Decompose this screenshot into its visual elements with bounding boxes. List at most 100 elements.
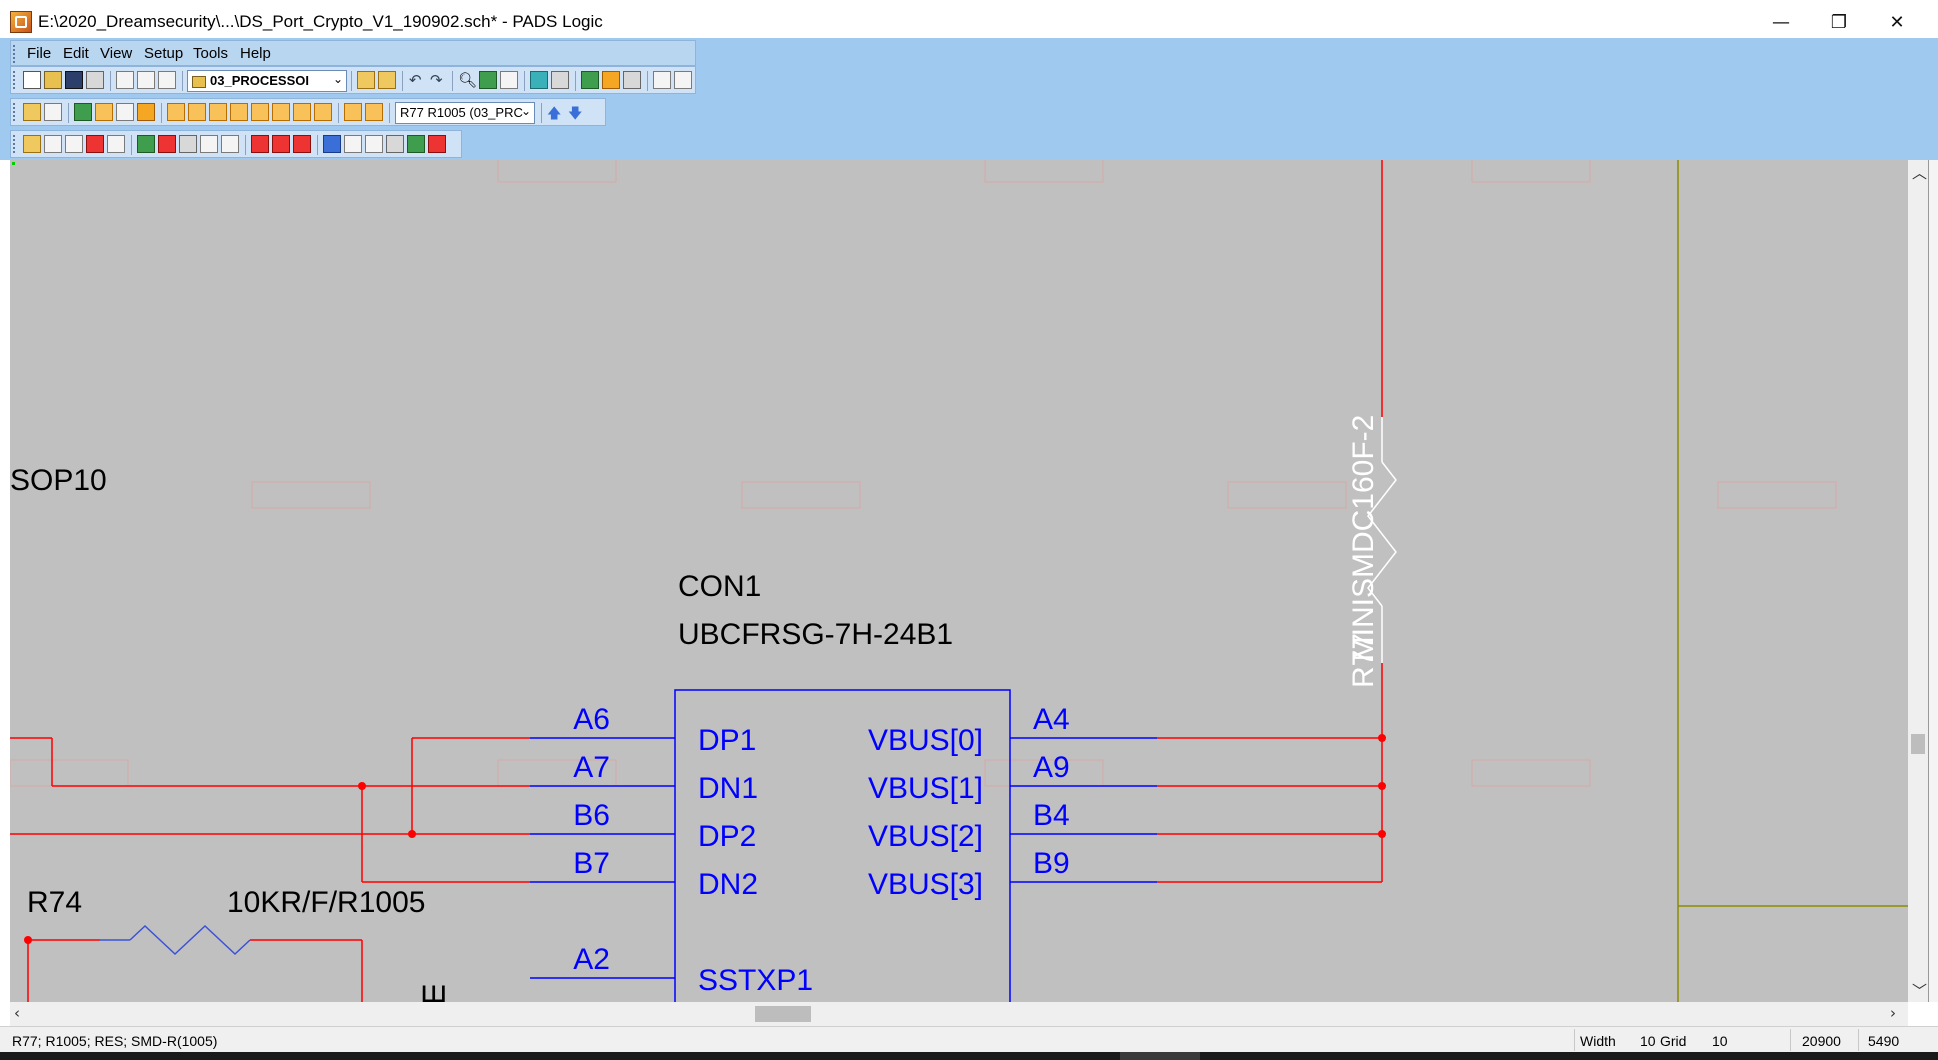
arrow-up-icon[interactable]: 🡅 [547,103,565,122]
select-filter-icon[interactable] [378,71,396,89]
ecoupdate-icon[interactable] [551,71,569,89]
print-icon[interactable] [86,71,104,89]
pin-name-dp1: DP1 [698,724,756,757]
edit-gate-icon[interactable] [386,135,404,153]
save-icon[interactable] [65,71,83,89]
edit-net-icon[interactable] [428,135,446,153]
redraw-icon[interactable] [500,71,518,89]
pads-logic-app-icon[interactable] [10,11,32,33]
menu-help[interactable]: Help [240,45,271,62]
paste-icon[interactable] [158,71,176,89]
scroll-left-icon[interactable]: ‹ [14,1004,20,1022]
horizontal-scrollbar[interactable]: ‹ › [10,1002,1908,1026]
redo-icon[interactable]: ↷ [430,71,448,89]
pin-name-dn1: DN1 [698,772,758,805]
edit-move-icon[interactable] [44,135,62,153]
add-corner-icon[interactable] [272,135,290,153]
flip-icon[interactable] [200,135,218,153]
add-bus-icon[interactable] [116,103,134,121]
toolbar-grip[interactable] [13,135,18,153]
edit-bus-icon[interactable] [365,135,383,153]
menu-setup[interactable]: Setup [144,45,183,62]
horizontal-scroll-thumb[interactable] [755,1006,811,1022]
pin-number-a4: A4 [1033,703,1070,736]
part-select[interactable]: R77 R1005 (03_PRC ⌄ [395,102,535,124]
window-title: E:\2020_Dreamsecurity\...\DS_Port_Crypto… [38,12,603,31]
copy-icon[interactable] [137,71,155,89]
status-grid-value: 10 [1712,1033,1728,1049]
menu-file[interactable]: File [27,45,51,62]
schematic-drawing[interactable]: SOP10 CON1 UBCFRSG-7H-24B1 R74 10KR/F/R1… [10,160,1908,1002]
edit-toolbar [10,130,462,158]
toolbar-grip[interactable] [13,71,18,89]
add-connection-icon[interactable] [95,103,113,121]
menu-grip[interactable] [13,45,18,63]
edit-wire-icon[interactable] [344,135,362,153]
chevron-down-icon[interactable]: ⌄ [333,72,343,86]
add-bus-entry-icon[interactable] [137,103,155,121]
menu-tools[interactable]: Tools [193,45,228,62]
layout-link-icon[interactable] [530,71,548,89]
scroll-right-icon[interactable]: › [1890,1004,1896,1022]
split-segment-icon[interactable] [251,135,269,153]
add-power-icon[interactable] [188,103,206,121]
edit-select-icon[interactable] [23,135,41,153]
rotate-icon[interactable] [179,135,197,153]
edit-pin-icon[interactable] [323,135,341,153]
open-folder-icon[interactable] [44,71,62,89]
edit-part-icon[interactable] [407,135,425,153]
status-width-value: 10 [1640,1033,1656,1049]
add-ref-icon[interactable] [293,103,311,121]
edit-pan-icon[interactable] [65,135,83,153]
zoom-icon[interactable]: 🔍︎ [458,71,477,89]
pin-number-a2: A2 [573,943,610,976]
part-editor-icon[interactable] [602,71,620,89]
vertical-scroll-thumb[interactable] [1911,734,1925,754]
arrow-down-icon[interactable]: 🡇 [568,103,586,122]
window-icon[interactable] [653,71,671,89]
add-pin-icon[interactable] [251,103,269,121]
create-2d-line-icon[interactable] [344,103,362,121]
menu-view[interactable]: View [100,45,132,62]
delete-icon[interactable] [86,135,104,153]
undo-icon[interactable]: ↶ [409,71,427,89]
add-off-page-icon[interactable] [167,103,185,121]
toolbar-grip[interactable] [13,103,18,121]
report-icon[interactable] [623,71,641,89]
r74-resistor-symbol[interactable] [100,924,251,956]
cut-icon[interactable] [116,71,134,89]
pin-number-b7: B7 [573,847,610,880]
mirror-icon[interactable] [221,135,239,153]
taskbar-edge [0,1052,1938,1060]
add-part-icon[interactable] [74,103,92,121]
vertical-scrollbar[interactable]: ︿ ﹀ [1908,160,1928,1002]
output-window-icon[interactable] [674,71,692,89]
swap-gate-icon[interactable] [158,135,176,153]
add-vertex-icon[interactable] [293,135,311,153]
swap-pin-icon[interactable] [137,135,155,153]
edit-props-icon[interactable] [107,135,125,153]
new-file-icon[interactable] [23,71,41,89]
add-net-label-icon[interactable] [272,103,290,121]
sheet-icon [192,76,206,88]
add-ground-icon[interactable] [209,103,227,121]
sheet-select[interactable]: 03_PROCESSOI ⌄ [187,70,347,92]
design-move-icon[interactable] [44,103,62,121]
design-select-icon[interactable] [23,103,41,121]
schematic-canvas[interactable]: SOP10 CON1 UBCFRSG-7H-24B1 R74 10KR/F/R1… [10,160,1908,1002]
design-toolbar: R77 R1005 (03_PRC ⌄ 🡅 🡇 [10,98,606,126]
add-text-block-icon[interactable] [314,103,332,121]
menu-edit[interactable]: Edit [63,45,89,62]
pin-number-a6: A6 [573,703,610,736]
library-icon[interactable] [581,71,599,89]
add-text-icon[interactable] [365,103,383,121]
chevron-down-icon[interactable]: ⌄ [521,104,531,118]
pin-name-vbus3: VBUS[3] [868,868,983,901]
scroll-down-icon[interactable]: ﹀ [1912,980,1927,1001]
scroll-up-icon[interactable]: ︿ [1912,162,1927,183]
status-selection: R77; R1005; RES; SMD-R(1005) [12,1033,218,1049]
select-mode-icon[interactable] [357,71,375,89]
properties-icon[interactable] [479,71,497,89]
pin-name-dp2: DP2 [698,820,756,853]
add-field-icon[interactable] [230,103,248,121]
